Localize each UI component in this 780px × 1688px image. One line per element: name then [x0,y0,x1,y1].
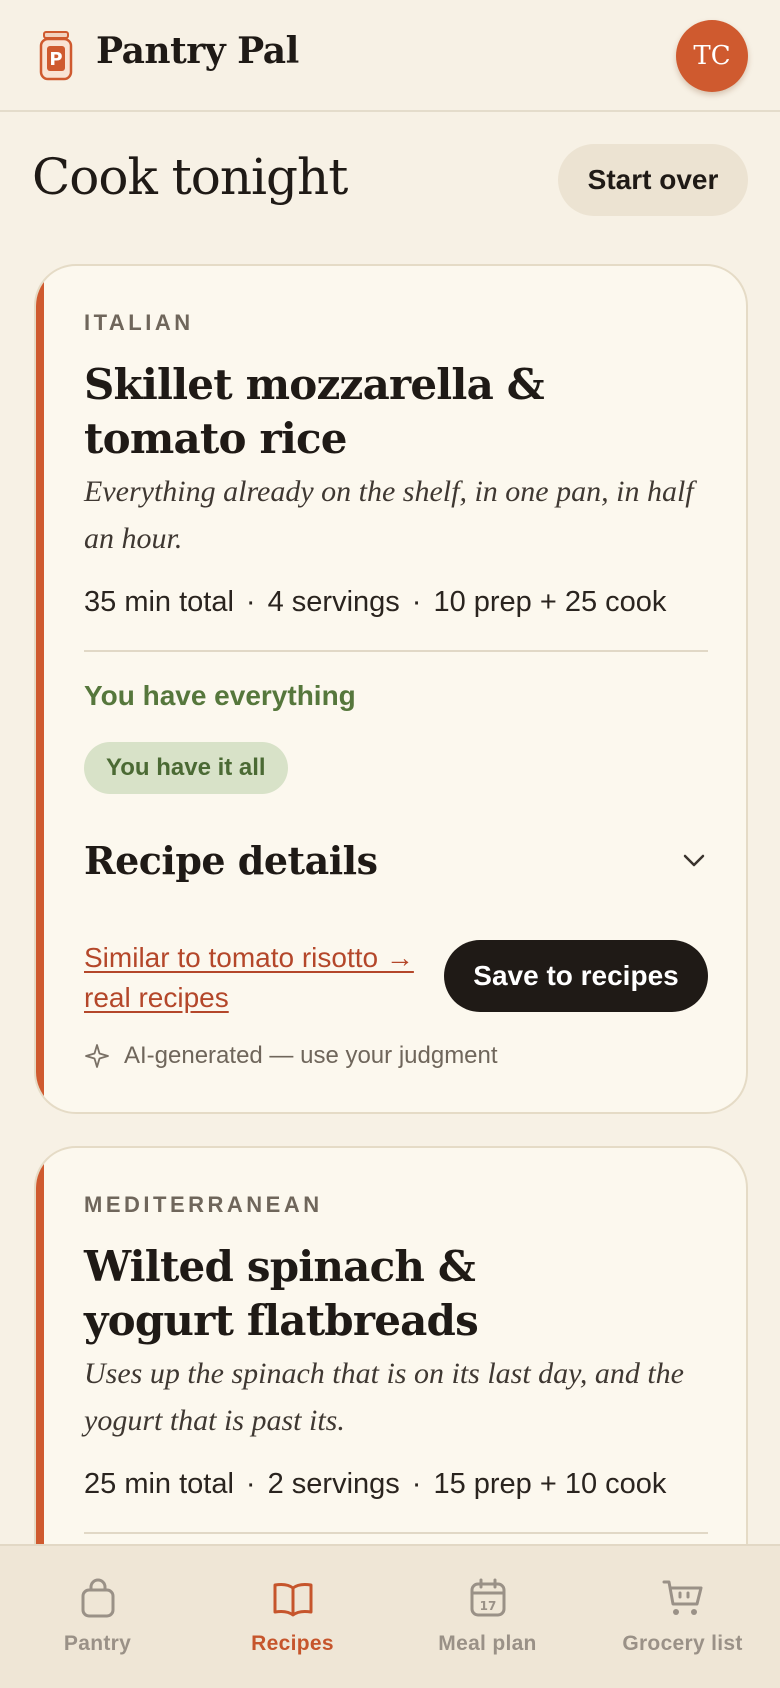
page-title: Cook tonight [32,148,348,206]
nav-item-recipes[interactable]: Recipes [195,1546,390,1688]
recipe-description: Everything already on the shelf, in one … [84,475,694,555]
divider [84,650,708,652]
similar-recipes-link[interactable]: Similar to tomato risotto → real recipes [84,938,424,1018]
recipe-cuisine: MEDITERRANEAN [84,1192,323,1217]
meta-separator: · [411,586,422,618]
calendar-day-number: 17 [479,1599,496,1613]
ai-disclaimer: AI-generated — use your judgment [84,1042,498,1070]
calendar-icon: 17 [470,1578,505,1617]
bottom-nav: Pantry Recipes 17 Meal plan Grocery list [0,1544,780,1688]
recipe-total-time: 25 min total [84,1468,234,1500]
app-header: P Pantry Pal TC [0,0,780,112]
recipe-timing: 15 prep + 10 cook [433,1468,667,1500]
divider [84,1532,708,1534]
recipe-card: ITALIAN Skillet mozzarella & tomato rice… [34,264,748,1114]
recipe-servings: 4 servings [267,586,400,618]
svg-text:P: P [49,49,62,70]
recipe-total-time: 35 min total [84,586,234,618]
app-title: Pantry Pal [96,30,299,72]
nav-label: Pantry [63,1632,132,1655]
bag-icon [81,1578,114,1618]
recipe-timing: 10 prep + 25 cook [433,586,667,618]
book-icon [273,1582,312,1617]
recipe-meta: 25 min total · 2 servings · 15 prep + 10 coo… [84,1468,724,1501]
save-to-recipes-button[interactable]: Save to recipes [444,940,708,1012]
sparkle-icon [85,1044,109,1068]
chevron-down-icon [683,854,705,867]
recipe-title: Skillet mozzarella & tomato rice [84,360,545,463]
meta-separator: · [245,1468,256,1500]
meta-separator: · [245,586,256,618]
avatar[interactable]: TC [676,20,748,92]
pantry-jar-logo-icon: P [39,31,73,81]
recipe-details-label: Recipe details [84,837,378,883]
ai-disclaimer-text: AI-generated — use your judgment [124,1042,498,1069]
start-over-button[interactable]: Start over [558,144,748,216]
recipe-cuisine: ITALIAN [84,310,194,335]
cart-icon [662,1580,702,1615]
recipe-meta: 35 min total · 4 servings · 10 prep + 25 coo… [84,586,724,619]
nav-item-grocery-list[interactable]: Grocery list [585,1546,780,1688]
nav-label: Recipes [251,1632,334,1655]
recipe-title: Wilted spinach & yogurt flatbreads [84,1242,479,1345]
recipe-description: Uses up the spinach that is on its last … [84,1357,684,1437]
meta-separator: · [411,1468,422,1500]
recipe-servings: 2 servings [267,1468,400,1500]
ingredients-status-heading: You have everything [84,680,356,711]
status-badge: You have it all [84,742,288,794]
recipe-details-toggle[interactable]: Recipe details [84,830,708,890]
nav-label: Meal plan [438,1632,537,1655]
nav-item-pantry[interactable]: Pantry [0,1546,195,1688]
nav-label: Grocery list [622,1632,743,1655]
nav-item-meal-plan[interactable]: 17 Meal plan [390,1546,585,1688]
